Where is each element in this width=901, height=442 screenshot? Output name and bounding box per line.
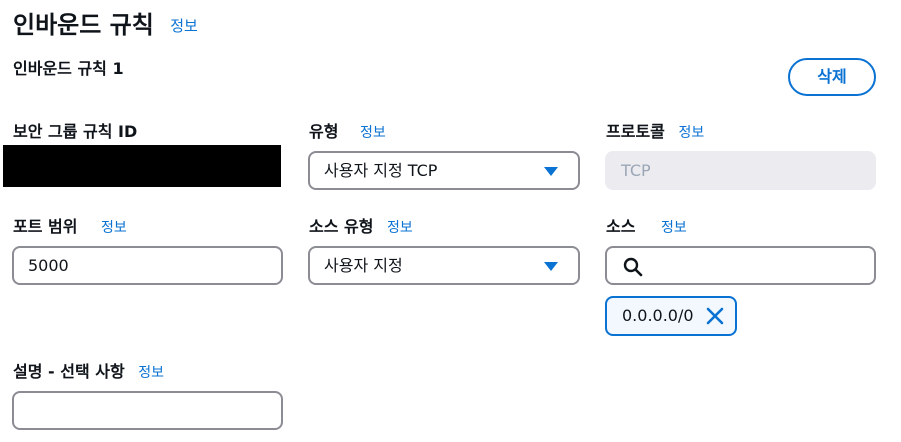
security-group-rule-id-label: 보안 그룹 규칙 ID	[13, 122, 138, 141]
port-range-label-group: 포트 범위 정보	[13, 216, 127, 239]
close-icon[interactable]	[705, 306, 725, 326]
source-type-label-group: 소스 유형 정보	[309, 216, 413, 239]
source-info-link[interactable]: 정보	[661, 220, 687, 236]
type-label-group: 유형 정보	[309, 121, 386, 144]
source-label-group: 소스 정보	[606, 216, 687, 239]
protocol-label-group: 프로토콜 정보	[606, 121, 704, 144]
type-select-value: 사용자 지정 TCP	[324, 161, 438, 180]
rule-title: 인바운드 규칙 1	[13, 59, 124, 78]
source-token: 0.0.0.0/0	[605, 296, 737, 336]
source-type-label: 소스 유형	[309, 217, 374, 236]
caret-down-icon	[544, 167, 558, 176]
type-info-link[interactable]: 정보	[360, 125, 386, 141]
source-type-info-link[interactable]: 정보	[387, 220, 413, 236]
source-type-select[interactable]: 사용자 지정	[308, 246, 580, 285]
protocol-field: TCP	[605, 151, 876, 190]
caret-down-icon	[544, 262, 558, 271]
source-token-label: 0.0.0.0/0	[622, 306, 694, 325]
search-icon	[623, 257, 643, 277]
page-title-text: 인바운드 규칙	[13, 11, 154, 39]
port-range-input[interactable]: 5000	[12, 246, 283, 285]
description-label-group: 설명 - 선택 사항 정보	[13, 361, 164, 384]
type-select[interactable]: 사용자 지정 TCP	[308, 151, 580, 190]
protocol-label: 프로토콜	[606, 122, 665, 141]
description-info-link[interactable]: 정보	[138, 365, 164, 381]
type-label: 유형	[309, 122, 339, 141]
source-type-select-value: 사용자 지정	[324, 256, 403, 275]
source-label: 소스	[606, 217, 636, 236]
source-search-input[interactable]	[605, 246, 876, 285]
header-info-link[interactable]: 정보	[170, 17, 198, 35]
redacted-rule-id	[3, 145, 281, 187]
port-range-info-link[interactable]: 정보	[101, 220, 127, 236]
delete-button[interactable]: 삭제	[788, 58, 876, 96]
port-range-label: 포트 범위	[13, 217, 78, 236]
description-input[interactable]	[12, 391, 283, 430]
page-title: 인바운드 규칙 정보	[13, 8, 198, 43]
protocol-info-link[interactable]: 정보	[678, 125, 704, 141]
description-label: 설명 - 선택 사항	[13, 362, 125, 381]
inbound-rules-panel: 인바운드 규칙 정보 인바운드 규칙 1 삭제 보안 그룹 규칙 ID 유형 정…	[0, 0, 901, 442]
